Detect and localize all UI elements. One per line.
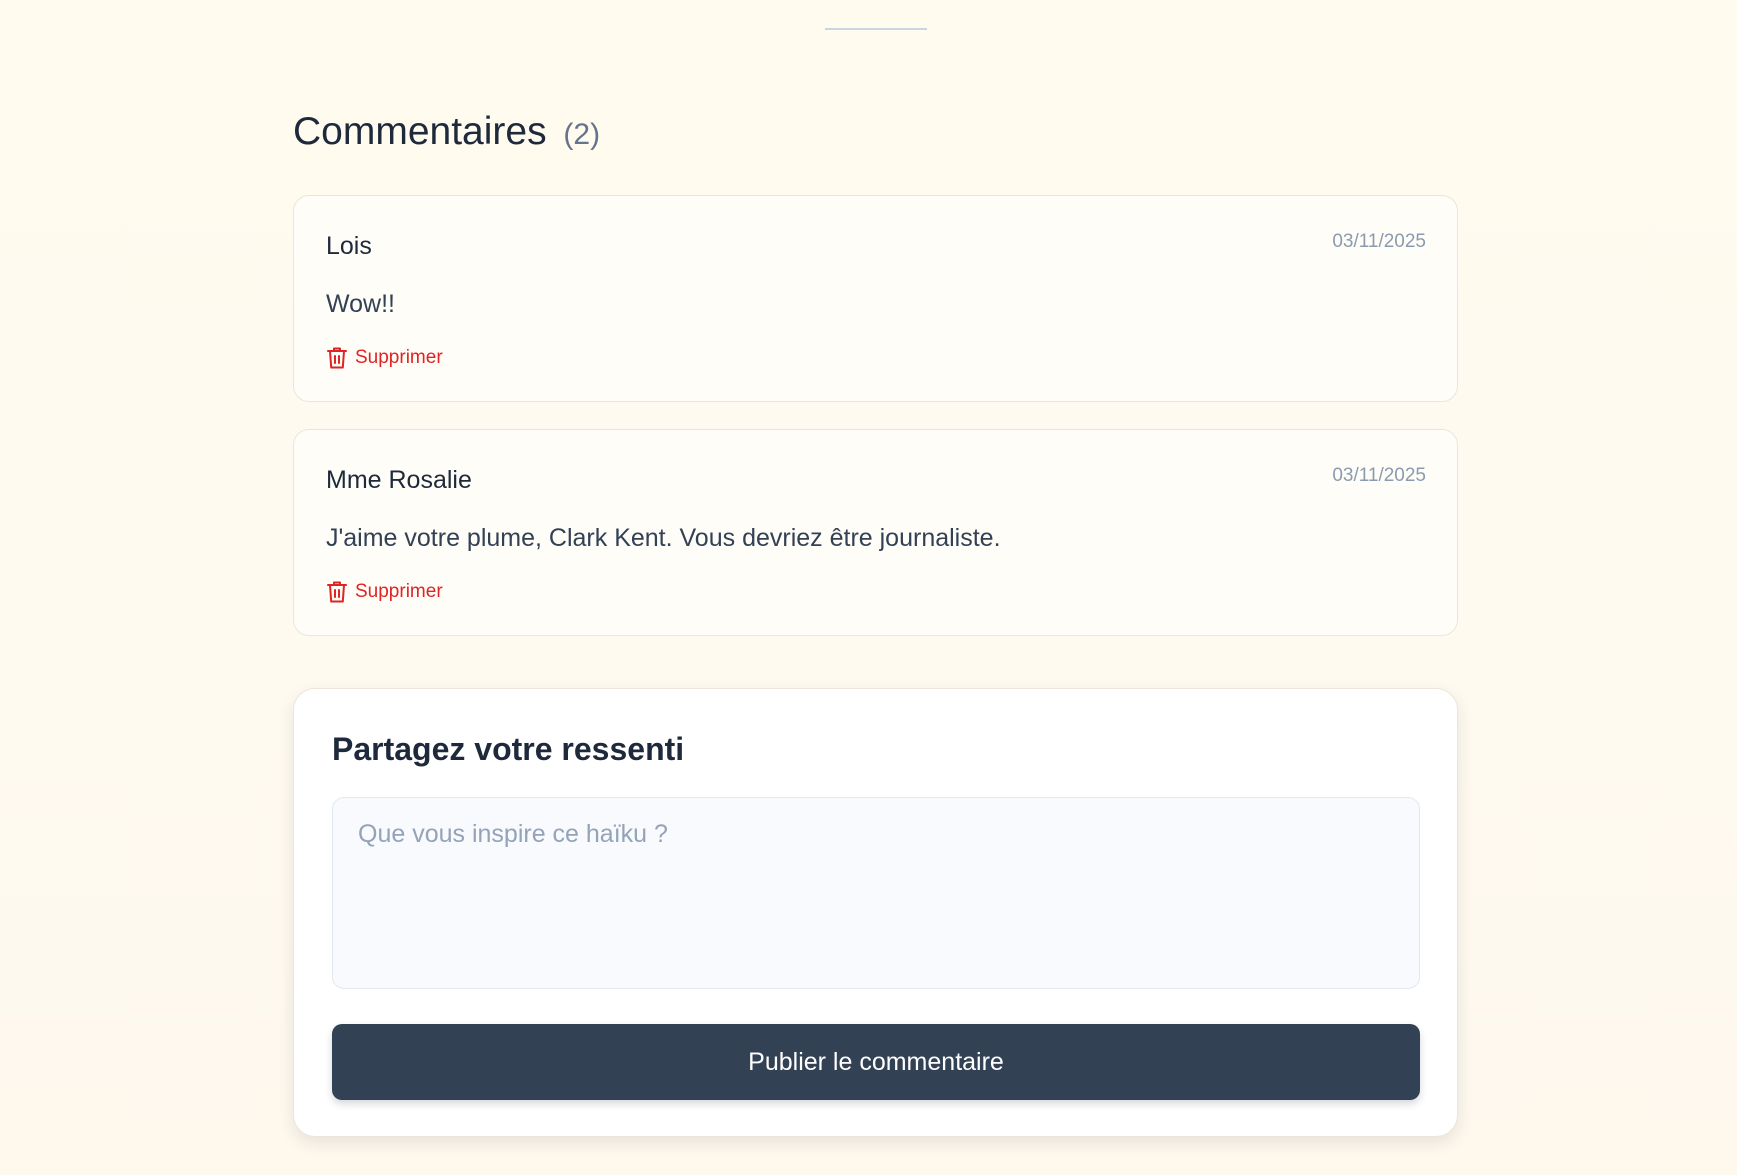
comment-author: Mme Rosalie [326, 466, 472, 494]
comments-count: (2) [563, 118, 601, 151]
publish-comment-button[interactable]: Publier le commentaire [332, 1024, 1420, 1100]
comments-heading: Commentaires (2) [293, 108, 600, 159]
comment-text: J'aime votre plume, Clark Kent. Vous dev… [326, 524, 1001, 552]
comment-date: 03/11/2025 [1332, 465, 1426, 486]
comment-form-title: Partagez votre ressenti [332, 731, 685, 767]
comment-input[interactable] [332, 797, 1420, 989]
delete-label: Supprimer [355, 581, 443, 602]
comment-card: Lois 03/11/2025 Wow!! Supprimer [293, 195, 1458, 402]
top-divider [825, 28, 927, 30]
trash-icon [326, 580, 348, 604]
comment-text: Wow!! [326, 290, 395, 318]
delete-comment-button[interactable]: Supprimer [326, 346, 443, 370]
comment-form: Partagez votre ressenti Publier le comme… [293, 688, 1458, 1137]
comment-date: 03/11/2025 [1332, 231, 1426, 252]
delete-label: Supprimer [355, 347, 443, 368]
comment-card: Mme Rosalie 03/11/2025 J'aime votre plum… [293, 429, 1458, 636]
delete-comment-button[interactable]: Supprimer [326, 580, 443, 604]
comments-title: Commentaires [293, 110, 547, 153]
comment-author: Lois [326, 232, 372, 260]
trash-icon [326, 346, 348, 370]
